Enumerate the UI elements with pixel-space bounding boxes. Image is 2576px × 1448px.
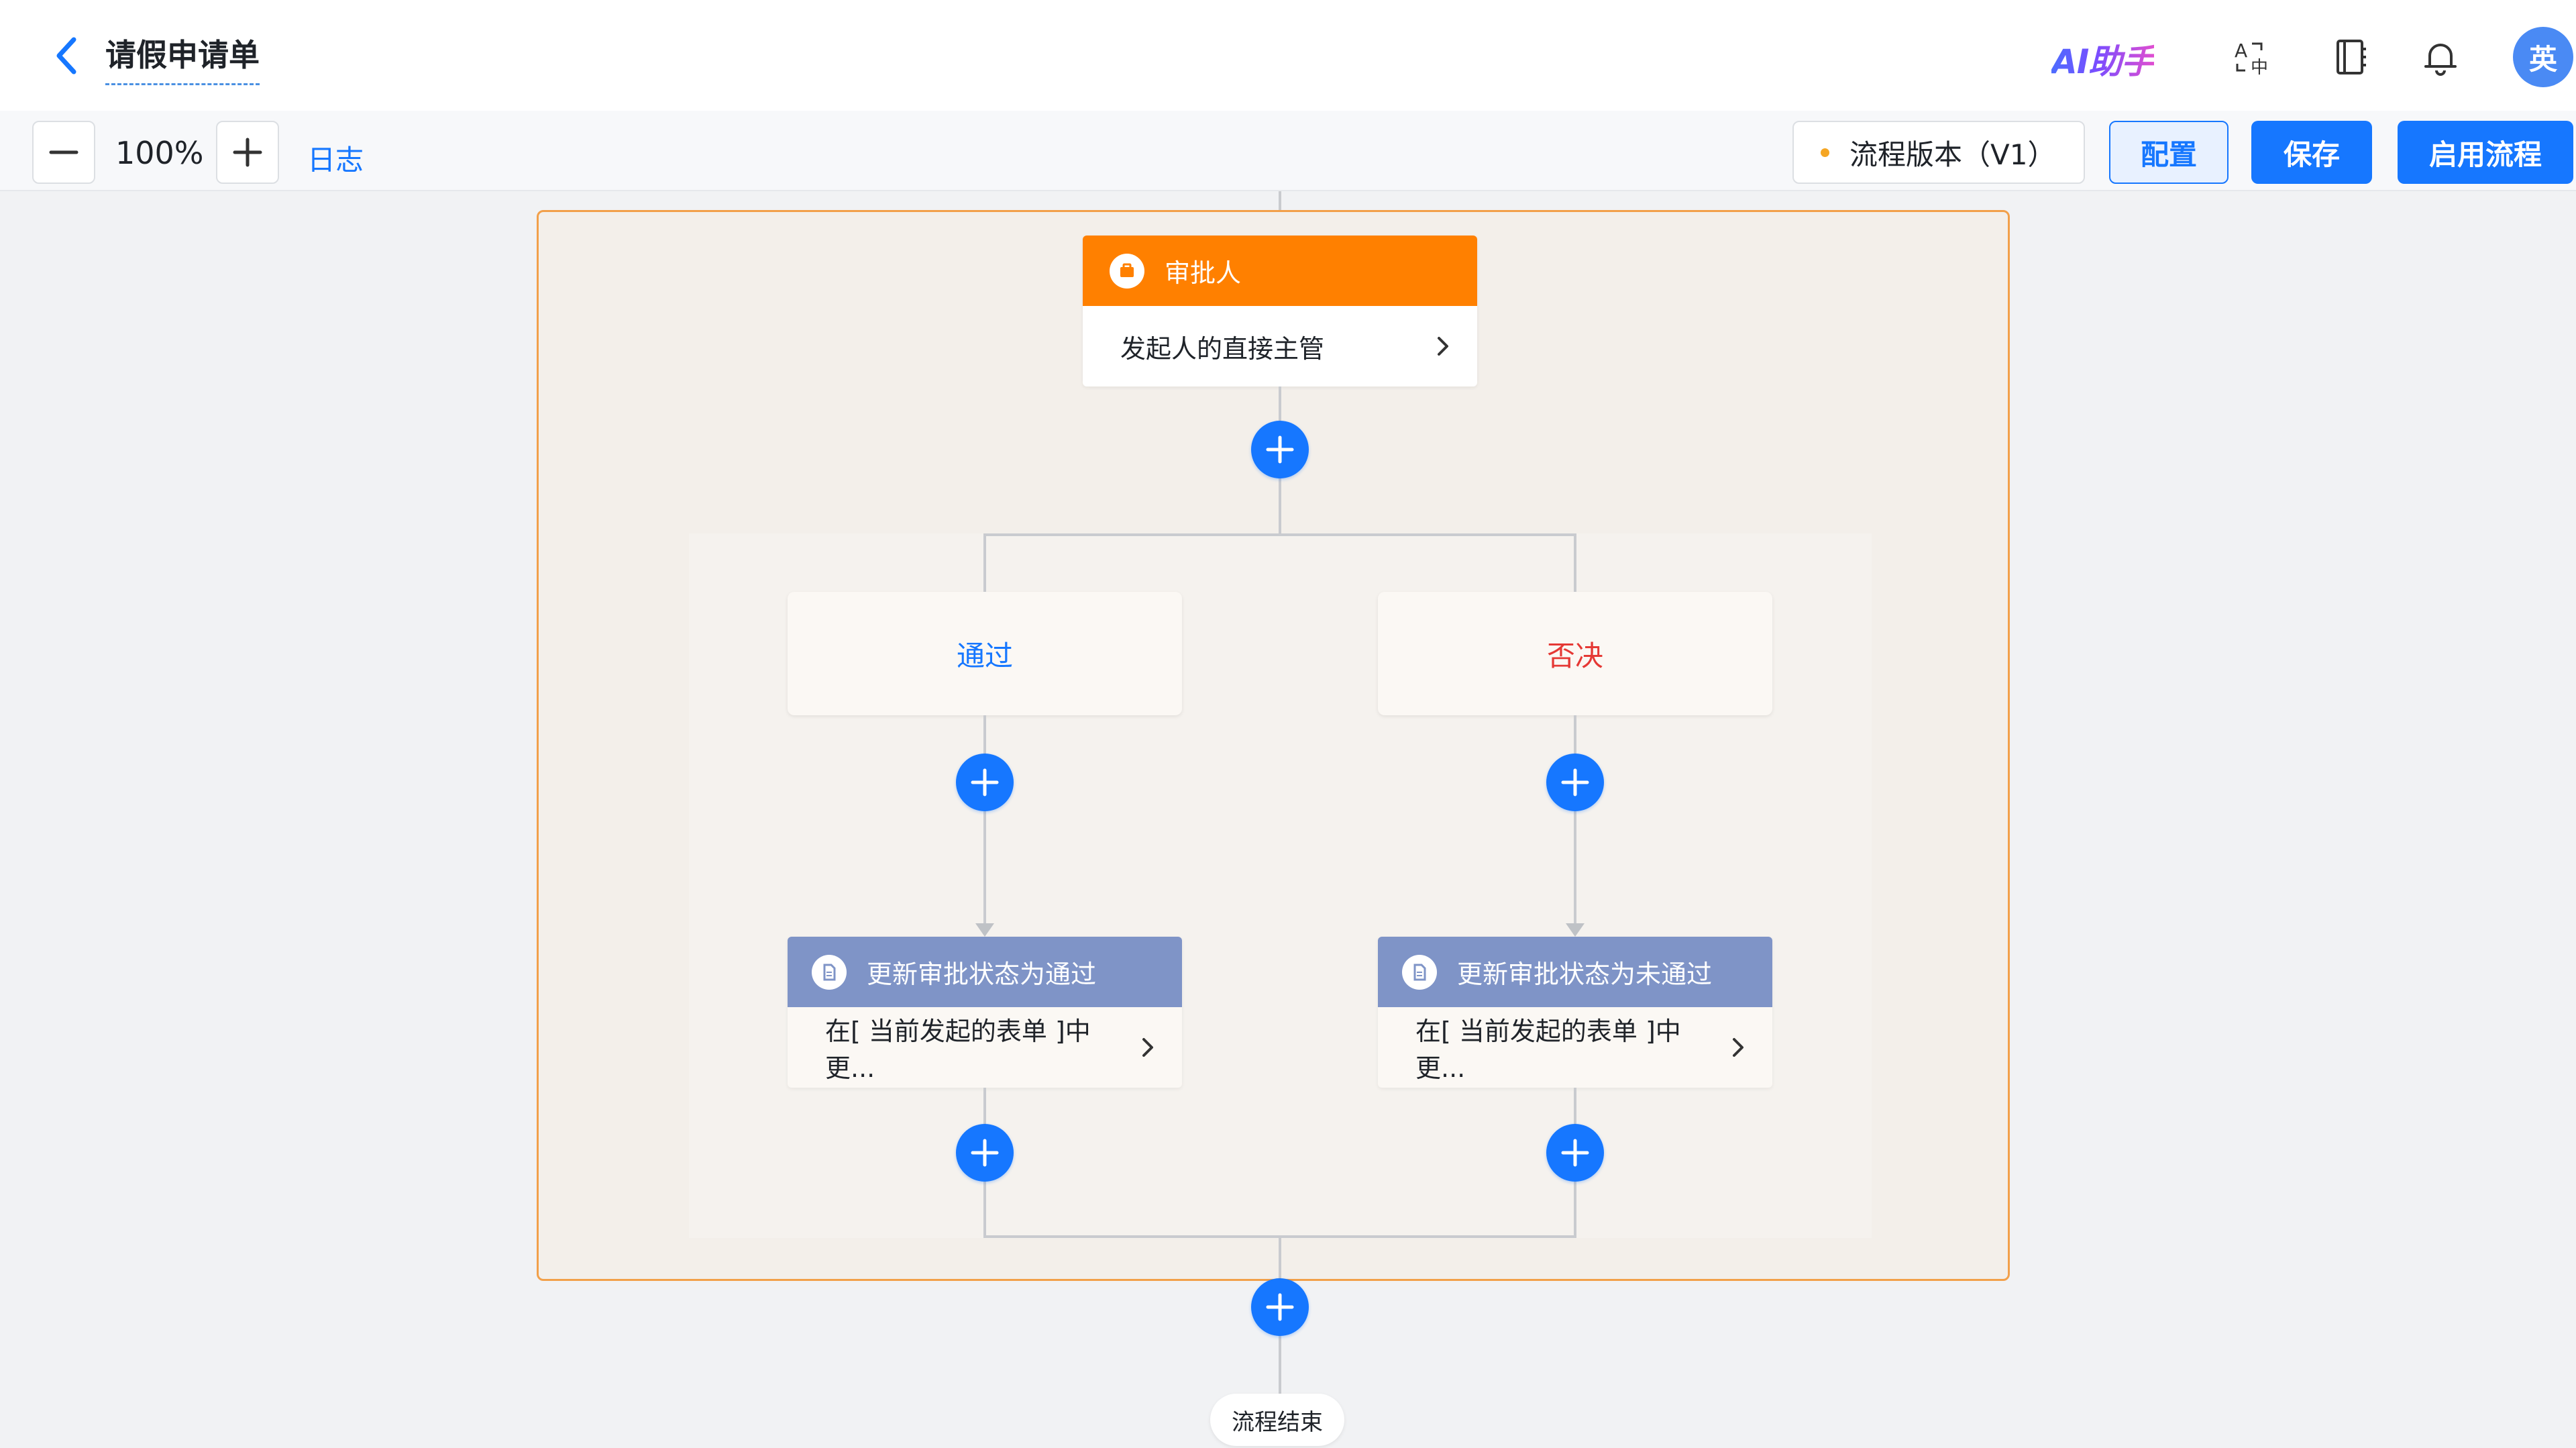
update-status-reject-node[interactable]: 更新审批状态为未通过 在[ 当前发起的表单 ]中更... — [1378, 937, 1772, 1088]
arrow-down-icon — [1566, 923, 1585, 937]
add-node-button[interactable] — [1251, 1278, 1309, 1336]
chevron-right-icon — [1733, 1038, 1743, 1057]
add-node-button[interactable] — [956, 754, 1014, 811]
plus-icon — [1561, 1139, 1589, 1167]
update-node-detail: 在[ 当前发起的表单 ]中更... — [825, 1017, 1091, 1083]
user-avatar[interactable]: 英 — [2513, 27, 2573, 87]
condition-reject-label: 否决 — [1546, 639, 1603, 672]
update-node-title: 更新审批状态为通过 — [867, 960, 1097, 989]
update-node-header: 更新审批状态为通过 — [788, 937, 1182, 1007]
update-node-title: 更新审批状态为未通过 — [1457, 960, 1713, 989]
zoom-level: 100% — [115, 135, 204, 171]
condition-reject[interactable]: 否决 — [1378, 592, 1772, 715]
update-node-header: 更新审批状态为未通过 — [1378, 937, 1772, 1007]
save-button[interactable]: 保存 — [2251, 121, 2372, 184]
translate-button[interactable]: A 中 — [2229, 34, 2275, 81]
condition-approve[interactable]: 通过 — [788, 592, 1182, 715]
arrow-down-icon — [975, 923, 994, 937]
connector-line — [983, 715, 986, 923]
update-node-body: 在[ 当前发起的表单 ]中更... — [1378, 1007, 1772, 1088]
translate-icon: A 中 — [2235, 40, 2268, 77]
version-status-dot — [1821, 148, 1829, 157]
notebook-icon — [2337, 40, 2366, 74]
config-button[interactable]: 配置 — [2109, 121, 2229, 184]
approver-node-body: 发起人的直接主管 — [1083, 306, 1477, 386]
version-selector[interactable]: 流程版本（V1） — [1792, 121, 2085, 184]
add-node-button[interactable] — [1546, 754, 1604, 811]
version-label: 流程版本（V1） — [1849, 138, 2056, 171]
plus-icon — [971, 768, 999, 796]
flow-end-node: 流程结束 — [1210, 1394, 1344, 1446]
top-header: 请假申请单 AI助手 A 中 英 — [0, 0, 2576, 111]
svg-text:中: 中 — [2251, 58, 2268, 77]
plus-icon — [971, 1139, 999, 1167]
plus-icon — [1561, 768, 1589, 796]
minus-icon — [49, 150, 78, 154]
zoom-in-button[interactable] — [216, 121, 279, 184]
toolbar: 100% 日志 流程版本（V1） 配置 保存 启用流程 — [0, 111, 2576, 191]
approver-node-header: 审批人 — [1083, 236, 1477, 306]
document-icon — [812, 954, 847, 990]
notification-button[interactable] — [2417, 34, 2464, 81]
approver-icon — [1110, 253, 1144, 289]
chevron-left-icon — [56, 37, 76, 74]
approver-node[interactable]: 审批人 发起人的直接主管 — [1083, 236, 1477, 386]
svg-text:A: A — [2235, 40, 2247, 62]
enable-flow-button[interactable]: 启用流程 — [2398, 121, 2573, 184]
update-status-approve-node[interactable]: 更新审批状态为通过 在[ 当前发起的表单 ]中更... — [788, 937, 1182, 1088]
flow-canvas[interactable]: 审批人 发起人的直接主管 通过 否决 更新审批状态为通过 在[当前发起的表单 … — [0, 191, 2576, 1448]
connector-line — [983, 533, 986, 592]
add-node-button[interactable] — [1251, 421, 1309, 478]
chevron-right-icon — [1438, 337, 1448, 356]
connector-line — [1279, 191, 1281, 210]
approver-title: 审批人 — [1165, 258, 1242, 288]
notebook-button[interactable] — [2326, 34, 2373, 81]
add-node-button[interactable] — [1546, 1124, 1604, 1182]
plus-icon — [1266, 1293, 1294, 1321]
connector-line — [983, 533, 1576, 536]
document-icon — [1402, 954, 1437, 990]
plus-icon — [233, 138, 262, 167]
bell-icon — [2424, 44, 2457, 76]
app-root: 请假申请单 AI助手 A 中 英 100% 日志 流程版本（V1） 配置 保存 … — [0, 0, 2576, 1448]
connector-line — [1574, 715, 1576, 923]
ai-assistant-button[interactable]: AI助手 — [2051, 35, 2155, 83]
back-button[interactable] — [47, 34, 87, 78]
approver-detail: 发起人的直接主管 — [1120, 333, 1325, 364]
connector-line — [1574, 533, 1576, 592]
chevron-right-icon — [1142, 1038, 1153, 1057]
zoom-out-button[interactable] — [32, 121, 95, 184]
update-node-body: 在[ 当前发起的表单 ]中更... — [788, 1007, 1182, 1088]
plus-icon — [1266, 435, 1294, 464]
log-link[interactable]: 日志 — [307, 138, 364, 178]
condition-approve-label: 通过 — [956, 639, 1013, 672]
add-node-button[interactable] — [956, 1124, 1014, 1182]
page-title[interactable]: 请假申请单 — [105, 31, 260, 85]
update-node-detail: 在[ 当前发起的表单 ]中更... — [1415, 1017, 1681, 1083]
